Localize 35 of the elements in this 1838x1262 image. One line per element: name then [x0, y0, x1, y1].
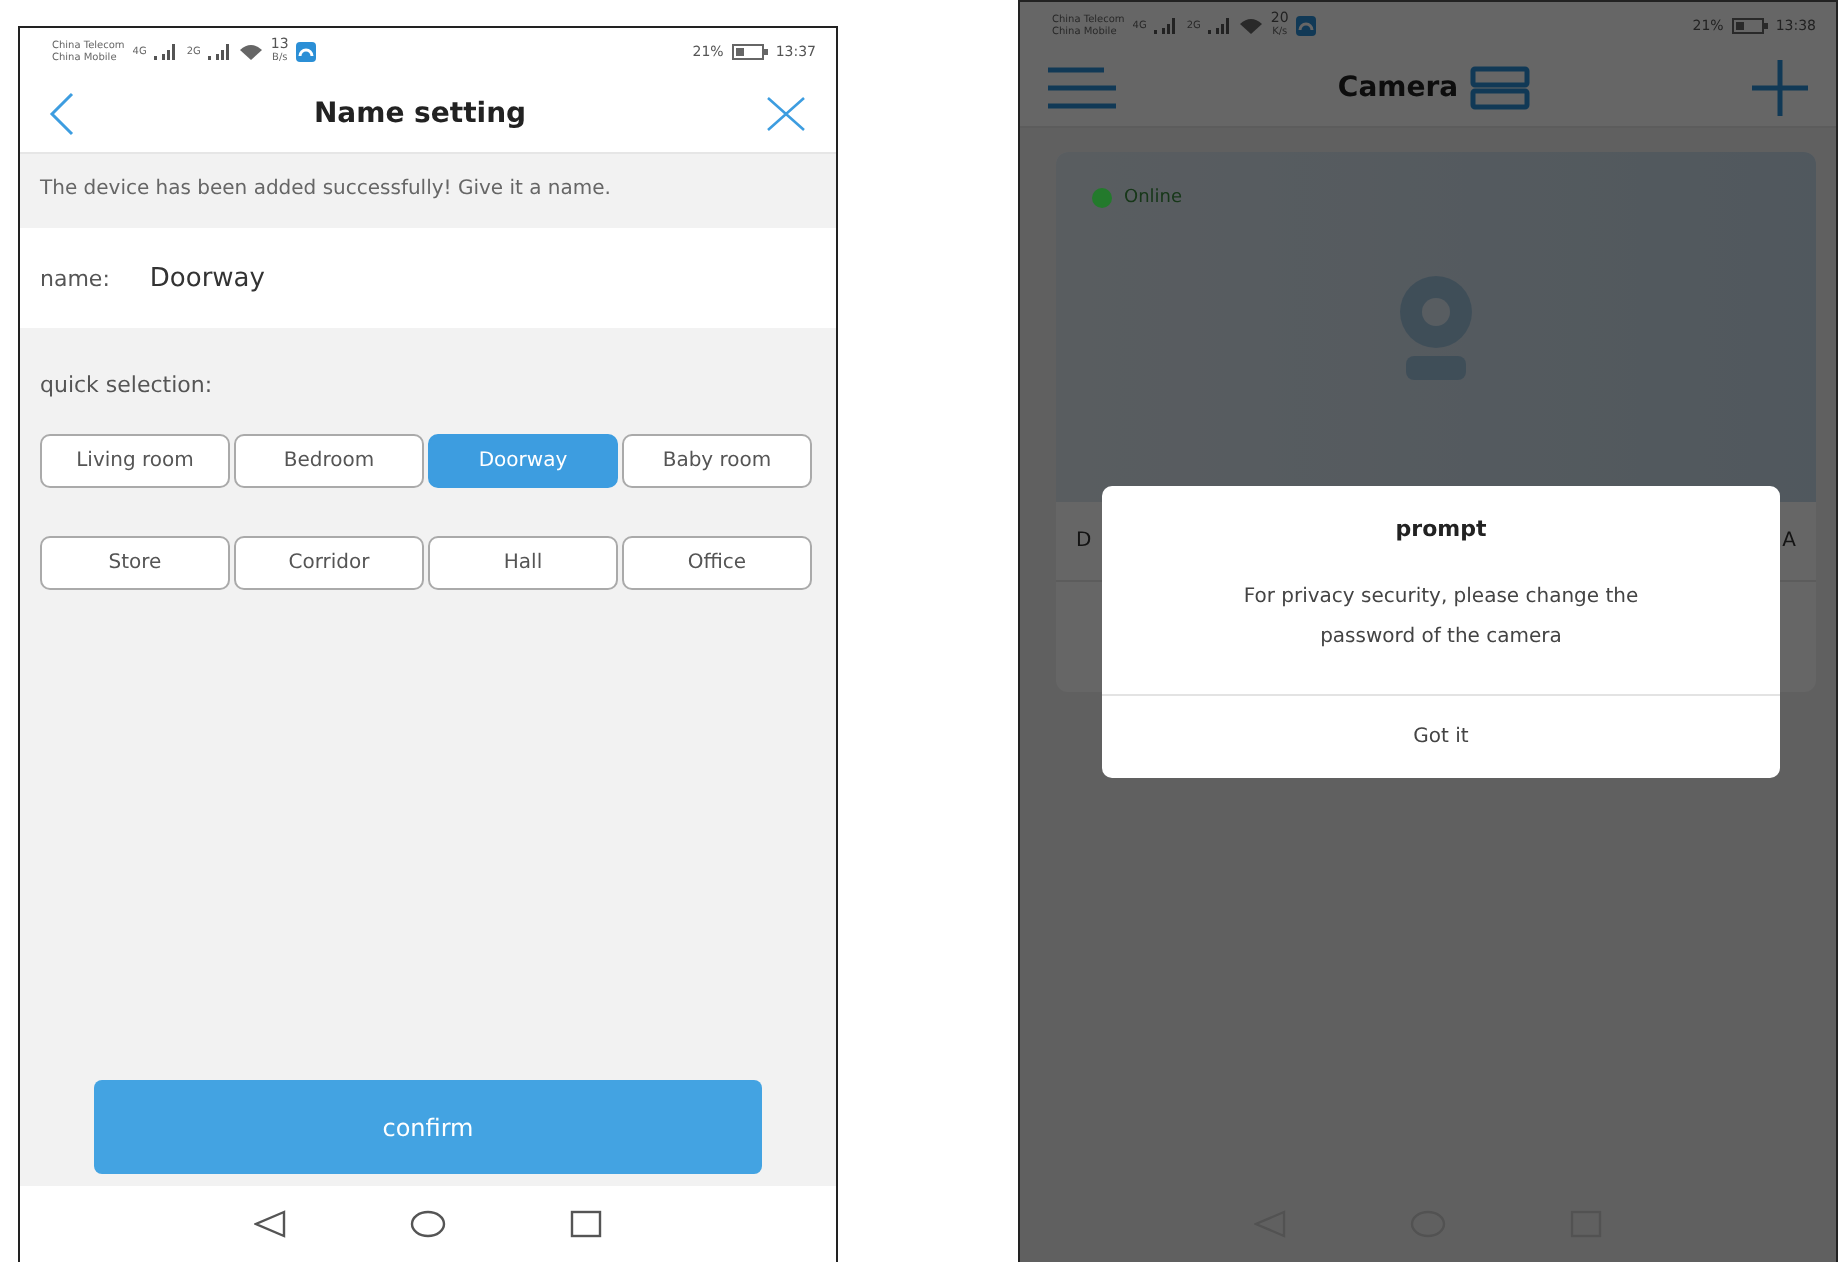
name-label: name: [40, 265, 110, 291]
add-icon[interactable] [1752, 60, 1808, 116]
success-message: The device has been added successfully! Give it a name. [38, 176, 613, 204]
room-option[interactable]: Living room [40, 434, 230, 488]
online-status: Online [1124, 188, 1183, 208]
battery-icon [731, 44, 768, 60]
signal-icon [208, 44, 233, 60]
signal-icon [154, 44, 179, 60]
room-option[interactable]: Store [40, 536, 230, 590]
dialog-title: prompt [1393, 514, 1489, 542]
room-option[interactable]: Corridor [234, 536, 424, 590]
back-nav-icon[interactable] [254, 1210, 286, 1238]
recent-apps-icon[interactable] [570, 1210, 602, 1238]
app-icon [296, 42, 317, 62]
list-view-icon[interactable] [1470, 66, 1531, 110]
signal-icon [1154, 18, 1179, 34]
room-option[interactable]: Hall [428, 536, 618, 590]
camera-name: D [1076, 530, 1092, 552]
home-nav-icon[interactable] [410, 1210, 446, 1238]
close-icon[interactable] [764, 96, 808, 132]
room-option[interactable]: Baby room [622, 434, 812, 488]
room-option[interactable]: Office [622, 536, 812, 590]
got-it-button[interactable]: Got it [1102, 694, 1780, 778]
signal-icon [1208, 18, 1233, 34]
battery-icon [1731, 18, 1768, 34]
menu-icon[interactable] [1048, 66, 1116, 110]
app-icon [1296, 16, 1317, 36]
dialog-message: For privacy security, please change the password of the camera [1241, 584, 1641, 652]
wifi-icon [240, 44, 263, 60]
wifi-icon [1240, 18, 1263, 34]
page-title: Camera [1337, 72, 1459, 104]
room-option[interactable]: Bedroom [234, 434, 424, 488]
page-title: Name setting [313, 98, 527, 130]
quick-selection-label: quick selection: [38, 370, 215, 402]
back-icon[interactable] [48, 92, 76, 136]
